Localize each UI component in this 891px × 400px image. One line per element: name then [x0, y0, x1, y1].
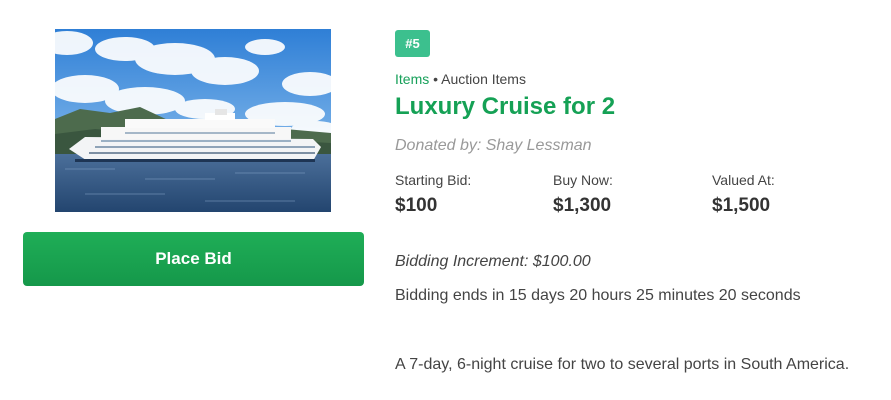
- place-bid-button[interactable]: Place Bid: [23, 232, 364, 286]
- valued-at-value: $1,500: [712, 195, 771, 216]
- starting-bid: Starting Bid: $100: [395, 172, 471, 217]
- item-photo[interactable]: [55, 29, 331, 212]
- breadcrumb-items-link[interactable]: Items: [395, 71, 429, 87]
- buy-now-label: Buy Now:: [553, 172, 613, 188]
- starting-bid-label: Starting Bid:: [395, 172, 472, 188]
- donated-by: Donated by: Shay Lessman: [395, 137, 592, 154]
- bidding-ends: Bidding ends in 15 days 20 hours 25 minu…: [395, 287, 801, 304]
- breadcrumb-separator: •: [433, 71, 439, 87]
- starting-bid-value: $100: [395, 195, 438, 216]
- price-summary: Starting Bid: $100 Buy Now: $1,300 Value…: [395, 172, 875, 222]
- bidding-increment: Bidding Increment: $100.00: [395, 253, 591, 270]
- valued-at-label: Valued At:: [712, 172, 775, 188]
- item-title: Luxury Cruise for 2: [395, 93, 616, 120]
- breadcrumb: Items • Auction Items: [395, 71, 526, 87]
- valued-at: Valued At: $1,500: [712, 172, 775, 217]
- breadcrumb-auction-items: Auction Items: [441, 71, 526, 87]
- buy-now-value: $1,300: [553, 195, 612, 216]
- buy-now: Buy Now: $1,300: [553, 172, 613, 217]
- item-description: A 7-day, 6-night cruise for two to sever…: [395, 356, 850, 373]
- item-number-badge: #5: [395, 30, 430, 57]
